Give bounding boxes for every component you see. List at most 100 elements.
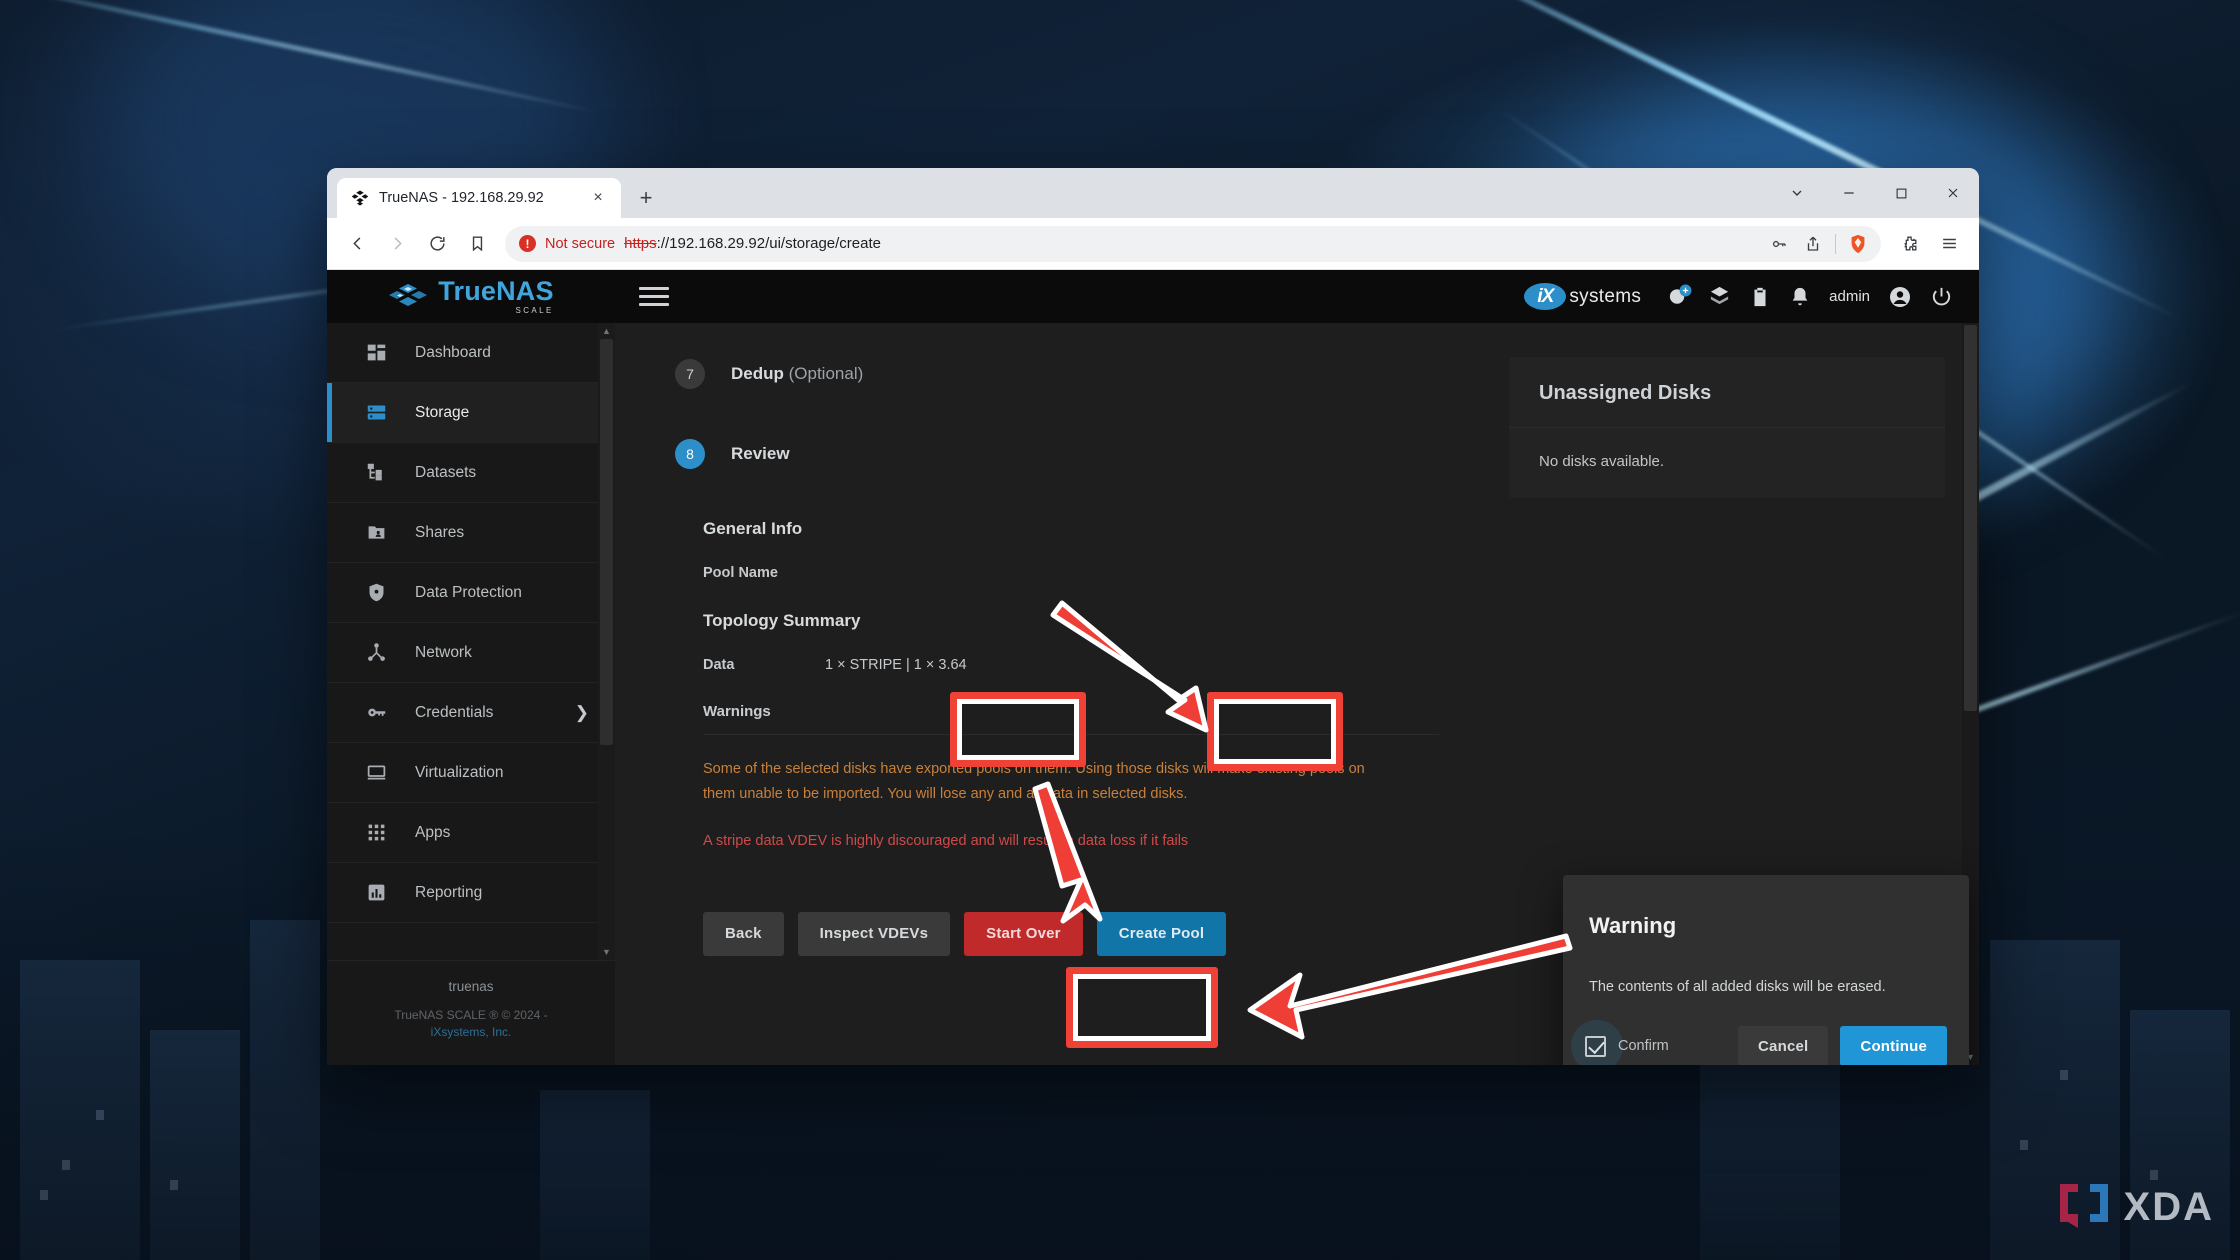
sidebar-item-virtualization[interactable]: Virtualization	[327, 743, 615, 803]
url-rest: ://192.168.29.92/ui/storage/create	[656, 235, 881, 252]
sidebar-item-label: Shares	[415, 523, 465, 541]
scroll-up-icon[interactable]: ▲	[602, 323, 611, 339]
sidebar-item-label: Data Protection	[415, 583, 522, 601]
divider	[1835, 233, 1836, 254]
browser-window: TrueNAS - 192.168.29.92 × + ! Not secure…	[327, 168, 1979, 1065]
sidebar-item-dashboard[interactable]: Dashboard	[327, 323, 615, 383]
scrollbar-track[interactable]	[600, 339, 613, 944]
scrollbar-thumb[interactable]	[1964, 325, 1977, 711]
sidebar-item-data-protection[interactable]: Data Protection	[327, 563, 615, 623]
dialog-title: Warning	[1589, 913, 1677, 938]
sidebar-item-label: Datasets	[415, 463, 477, 481]
topology-summary-title: Topology Summary	[703, 611, 861, 630]
truenas-cube-icon	[389, 283, 428, 306]
truenas-logo[interactable]: TrueNAS SCALE	[327, 270, 615, 323]
url-text: https://192.168.29.92/ui/storage/create	[624, 235, 881, 252]
bookmark-icon[interactable]	[459, 226, 495, 262]
shield-icon	[363, 582, 389, 603]
review-panel: General Info Pool Name Topology Summary …	[615, 519, 1499, 956]
sidebar-item-reporting[interactable]: Reporting	[327, 863, 615, 923]
not-secure-icon[interactable]: !	[519, 235, 536, 252]
cancel-button[interactable]: Cancel	[1738, 1026, 1829, 1065]
unassigned-disks-empty: No disks available.	[1539, 453, 1665, 470]
wizard-action-bar: Back Inspect VDEVs Start Over Create Poo…	[703, 911, 1439, 956]
wizard-step-review[interactable]: 8 Review	[675, 439, 1439, 469]
address-bar[interactable]: ! Not secure https://192.168.29.92/ui/st…	[505, 225, 1881, 262]
browser-toolbar: ! Not secure https://192.168.29.92/ui/st…	[327, 218, 1979, 270]
wizard-step-dedup[interactable]: 7 Dedup (Optional)	[675, 359, 1439, 389]
extensions-puzzle-icon[interactable]	[1891, 226, 1927, 262]
pool-name-row: Pool Name	[703, 565, 1439, 581]
sidebar-toggle-icon[interactable]	[639, 287, 669, 306]
sidebar-item-credentials[interactable]: Credentials ❯	[327, 683, 615, 743]
truenas-app: TrueNAS SCALE iX systems admin Dashboard…	[327, 270, 1979, 1065]
sidebar-footer: truenas TrueNAS SCALE ® © 2024 - iXsyste…	[327, 960, 615, 1065]
create-pool-button[interactable]: Create Pool	[1096, 911, 1227, 956]
warning-stripe-vdev: A stripe data VDEV is highly discouraged…	[703, 832, 1189, 849]
minimize-button[interactable]	[1823, 168, 1875, 218]
password-key-icon[interactable]	[1764, 229, 1794, 259]
admin-username: admin	[1829, 288, 1870, 305]
sidebar-item-label: Credentials	[415, 703, 494, 721]
add-user-icon[interactable]	[1667, 284, 1692, 308]
scrollbar-thumb[interactable]	[600, 339, 613, 745]
layers-icon[interactable]	[1708, 285, 1731, 308]
sidebar-item-label: Dashboard	[415, 343, 491, 361]
xda-watermark: XDA	[2056, 1180, 2214, 1234]
unassigned-disks-title: Unassigned Disks	[1509, 357, 1945, 428]
power-icon[interactable]	[1930, 285, 1953, 308]
sidebar-scrollbar[interactable]: ▲ ▼	[598, 323, 615, 961]
account-circle-icon[interactable]	[1888, 285, 1912, 309]
scroll-down-icon[interactable]: ▼	[602, 944, 611, 960]
shares-icon	[363, 522, 389, 543]
sidebar-item-shares[interactable]: Shares	[327, 503, 615, 563]
tab-search-chevron-down-icon[interactable]	[1771, 168, 1823, 218]
tab-close-icon[interactable]: ×	[587, 187, 609, 209]
dialog-buttons: Cancel Continue	[1738, 1026, 1947, 1065]
sidebar-item-storage[interactable]: Storage	[327, 383, 615, 443]
inspect-vdevs-button[interactable]: Inspect VDEVs	[797, 911, 951, 956]
main-content: 7 Dedup (Optional) 8 Review General Info…	[615, 323, 1979, 1065]
checkbox-checked-icon[interactable]	[1585, 1035, 1606, 1057]
browser-menu-icon[interactable]	[1931, 226, 1967, 262]
confirm-checkbox[interactable]: Confirm	[1571, 1020, 1669, 1065]
sidebar-item-network[interactable]: Network	[327, 623, 615, 683]
maximize-button[interactable]	[1875, 168, 1927, 218]
browser-tab[interactable]: TrueNAS - 192.168.29.92 ×	[337, 178, 621, 218]
warning-exported-pools: Some of the selected disks have exported…	[703, 761, 1365, 802]
clipboard-icon[interactable]	[1749, 286, 1771, 308]
data-vdev-row: Data 1 × STRIPE | 1 × 3.64	[703, 657, 1439, 673]
not-secure-label: Not secure	[545, 235, 616, 252]
back-icon[interactable]	[339, 226, 375, 262]
app-topbar-actions: iX systems admin	[1524, 283, 1979, 310]
sidebar-item-label: Virtualization	[415, 763, 504, 781]
datasets-icon	[363, 462, 389, 483]
step-title: Dedup	[731, 364, 784, 383]
omnibox-actions	[1764, 229, 1873, 259]
sidebar: Dashboard Storage Datasets Shares Data P…	[327, 323, 615, 1065]
forward-icon[interactable]	[379, 226, 415, 262]
share-icon[interactable]	[1798, 229, 1828, 259]
continue-button[interactable]: Continue	[1840, 1026, 1947, 1065]
reload-icon[interactable]	[419, 226, 455, 262]
brave-shield-icon[interactable]	[1843, 229, 1873, 259]
confirm-label: Confirm	[1618, 1038, 1669, 1054]
close-window-button[interactable]	[1927, 168, 1979, 218]
start-over-button[interactable]: Start Over	[964, 911, 1083, 956]
warnings-title: Warnings	[703, 703, 1439, 735]
bell-icon[interactable]	[1789, 286, 1811, 308]
ixsystems-mark: iX	[1524, 283, 1567, 310]
sidebar-item-apps[interactable]: Apps	[327, 803, 615, 863]
back-button[interactable]: Back	[703, 911, 784, 956]
new-tab-button[interactable]: +	[629, 181, 663, 215]
data-key: Data	[703, 657, 735, 673]
company-link[interactable]: iXsystems, Inc.	[327, 1025, 615, 1039]
sidebar-item-label: Storage	[415, 403, 470, 421]
warning-dialog: Warning The contents of all added disks …	[1563, 875, 1969, 1065]
brand-text: TrueNAS	[438, 278, 553, 305]
sidebar-item-datasets[interactable]: Datasets	[327, 443, 615, 503]
step-number: 7	[675, 359, 705, 389]
ixsystems-text: systems	[1569, 285, 1642, 307]
unassigned-disks-card: Unassigned Disks No disks available.	[1509, 357, 1945, 498]
network-icon	[363, 642, 389, 663]
